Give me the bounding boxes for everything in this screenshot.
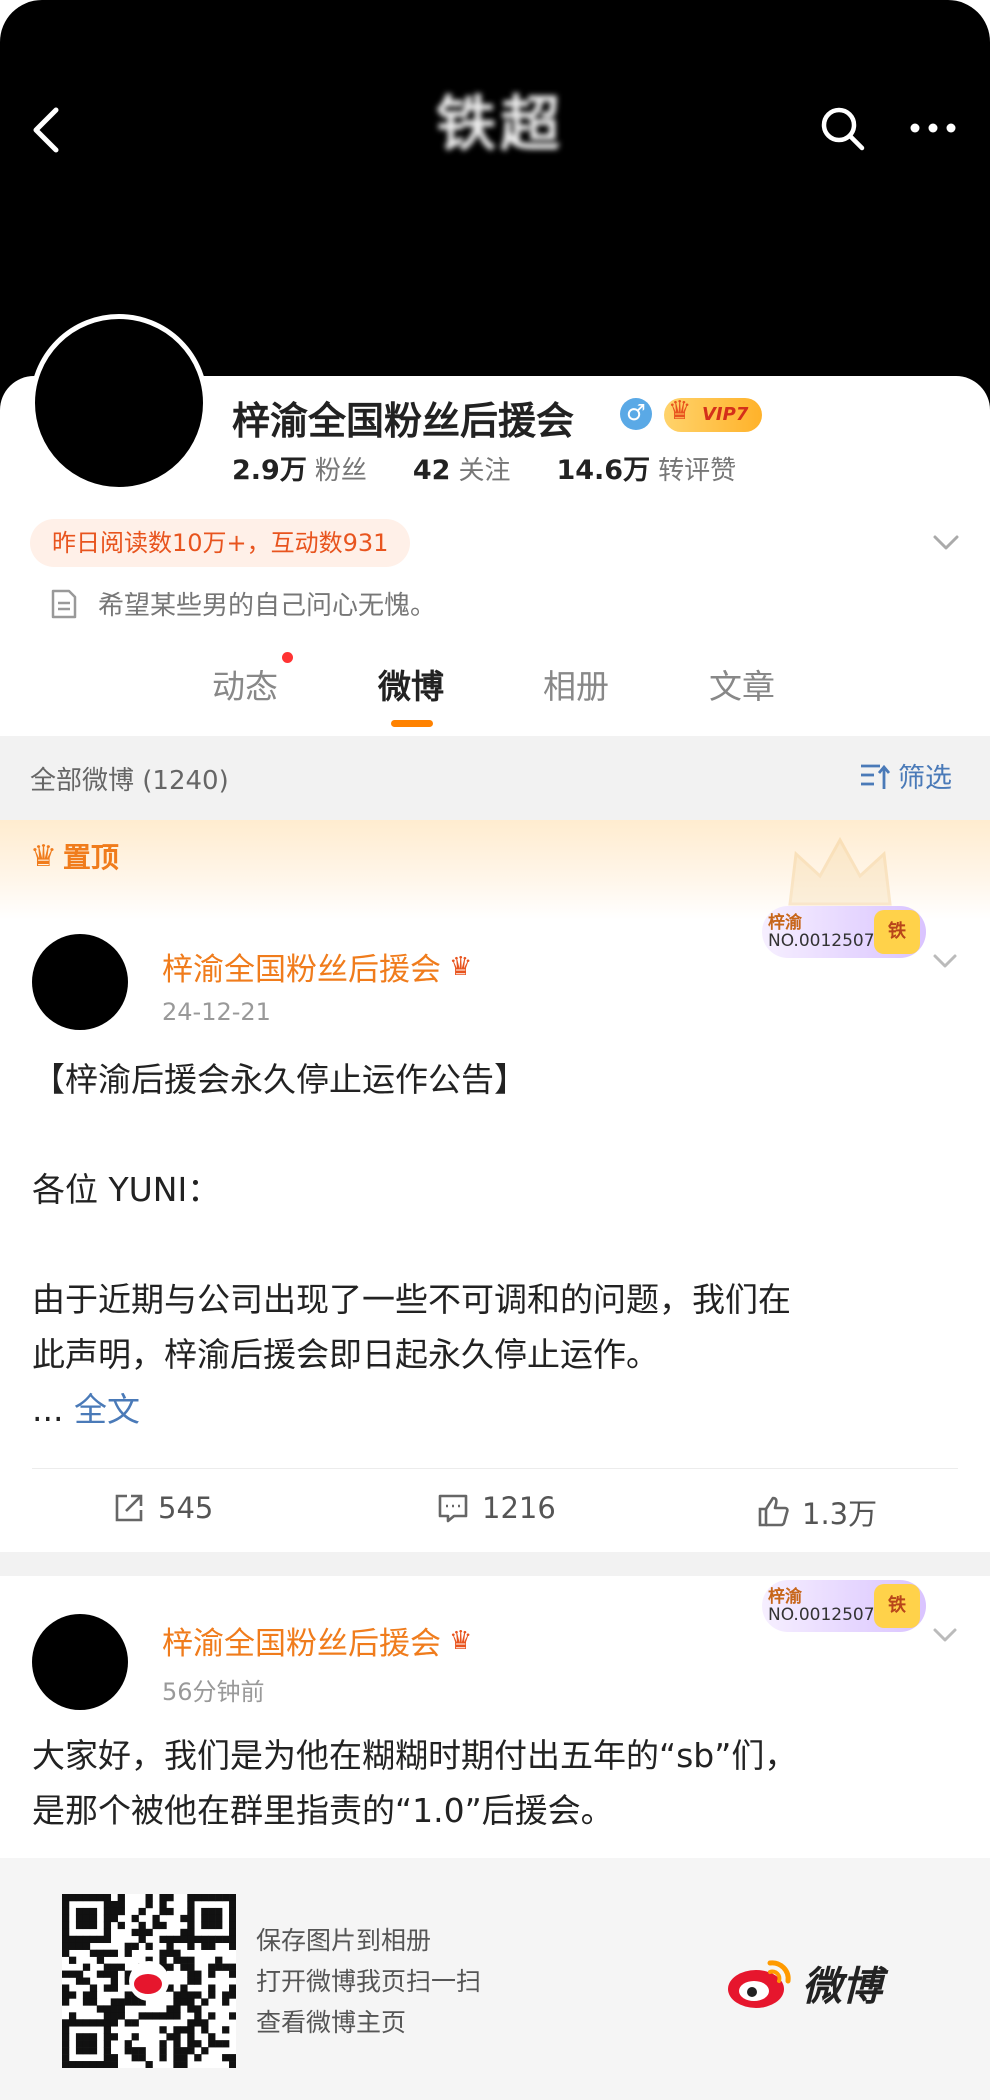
filter-icon bbox=[861, 764, 891, 789]
search-button[interactable] bbox=[818, 104, 868, 154]
crown-icon: ♛ bbox=[668, 396, 692, 426]
crown-icon: ♛ bbox=[30, 838, 57, 874]
profile-stats: 2.9万 粉丝 42 关注 14.6万 转评赞 bbox=[232, 448, 736, 487]
profile-name: 梓渝全国粉丝后援会 bbox=[232, 399, 575, 443]
post-line: 此声明，梓渝后援会即日起永久停止运作。 bbox=[32, 1335, 659, 1374]
post-separator bbox=[0, 1552, 990, 1576]
back-button[interactable] bbox=[26, 100, 66, 160]
post-body: 大家好，我们是为他在糊糊时期付出五年的“sb”们， 是那个被他在群里指责的“1.… bbox=[32, 1728, 797, 1838]
following-stat[interactable]: 42 关注 bbox=[413, 455, 557, 486]
post-author[interactable]: 梓渝全国粉丝后援会 ♛ bbox=[162, 1618, 472, 1663]
active-tab-indicator bbox=[391, 720, 433, 727]
notification-dot bbox=[282, 652, 293, 663]
comment-icon bbox=[438, 1494, 468, 1523]
fan-badge[interactable]: 梓渝 NO.0012507 铁 bbox=[762, 906, 926, 958]
post-card[interactable]: 梓渝全国粉丝后援会 ♛ 56分钟前 梓渝 NO.0012507 铁 大家好，我们是… bbox=[0, 1576, 990, 1858]
post-line bbox=[32, 1217, 791, 1272]
filter-bar: 全部微博 (1240) 筛选 bbox=[0, 736, 990, 820]
weibo-logo: 微博 bbox=[724, 1954, 882, 2012]
header-title: 铁超 bbox=[436, 90, 564, 160]
more-dots-icon bbox=[910, 123, 956, 133]
weibo-eye-icon bbox=[728, 1960, 791, 2008]
expand-profile-button[interactable] bbox=[930, 526, 962, 558]
repost-icon bbox=[115, 1494, 143, 1522]
crown-icon: ♛ bbox=[449, 951, 473, 982]
filter-button[interactable]: 筛选 bbox=[858, 756, 952, 795]
qr-code-image bbox=[62, 1894, 236, 2068]
repost-button[interactable]: 545 bbox=[112, 1491, 213, 1525]
read-stat-badge[interactable]: 昨日阅读数10万+，互动数931 bbox=[30, 519, 411, 567]
post-count-label: 全部微博 (1240) bbox=[30, 766, 229, 796]
post-line: 是那个被他在群里指责的“1.0”后援会。 bbox=[32, 1791, 614, 1830]
search-icon bbox=[821, 107, 865, 151]
thumbs-up-icon bbox=[758, 1496, 789, 1527]
post-body: 【梓渝后援会永久停止运作公告】 各位 YUNI： 由于近期与公司出现了一些不可调… bbox=[32, 1052, 791, 1437]
share-line: 打开微博我页扫一扫 bbox=[256, 1967, 482, 1996]
chevron-down-icon bbox=[933, 954, 957, 968]
crown-watermark-icon bbox=[788, 836, 892, 906]
post-line bbox=[32, 1107, 791, 1162]
post-author[interactable]: 梓渝全国粉丝后援会 ♛ bbox=[162, 944, 472, 989]
post-menu-button[interactable] bbox=[930, 946, 960, 976]
chevron-down-icon bbox=[933, 535, 959, 550]
tab-articles[interactable]: 文章 bbox=[709, 660, 775, 708]
crown-icon: ♛ bbox=[449, 1625, 473, 1656]
tab-weibo[interactable]: 微博 bbox=[378, 660, 444, 708]
like-button[interactable]: 1.3万 bbox=[756, 1491, 877, 1533]
post-line: 【梓渝后援会永久停止运作公告】 bbox=[32, 1060, 527, 1099]
ellipsis: ... bbox=[32, 1390, 64, 1429]
followers-stat[interactable]: 2.9万 粉丝 bbox=[232, 455, 413, 486]
post-line: 大家好，我们是为他在糊糊时期付出五年的“sb”们， bbox=[32, 1736, 798, 1775]
post-card[interactable]: 梓渝全国粉丝后援会 ♛ 24-12-21 梓渝 NO.0012507 铁 【梓渝后… bbox=[0, 906, 990, 1552]
document-icon bbox=[51, 589, 77, 618]
post-line: 由于近期与公司出现了一些不可调和的问题，我们在 bbox=[32, 1280, 791, 1319]
bio-text: 希望某些男的自己问心无愧。 bbox=[98, 591, 437, 621]
read-more-link[interactable]: 全文 bbox=[74, 1390, 140, 1429]
chevron-left-icon bbox=[33, 107, 59, 153]
pinned-label: ♛ 置顶 bbox=[30, 838, 119, 875]
share-line: 查看微博主页 bbox=[256, 2008, 407, 2037]
reposts-comments-likes-stat[interactable]: 14.6万 转评赞 bbox=[556, 455, 736, 486]
weibo-wordmark: 微博 bbox=[802, 1964, 882, 2010]
profile-bio: 希望某些男的自己问心无愧。 bbox=[50, 585, 436, 622]
post-avatar[interactable] bbox=[32, 1614, 128, 1710]
comment-button[interactable]: 1216 bbox=[436, 1491, 556, 1525]
filter-label: 筛选 bbox=[898, 763, 952, 794]
profile-tabs: 动态 微博 相册 文章 bbox=[0, 660, 990, 730]
tab-album[interactable]: 相册 bbox=[543, 660, 609, 708]
post-time: 56分钟前 bbox=[162, 1678, 265, 1706]
profile-avatar[interactable] bbox=[30, 314, 208, 492]
share-instructions: 保存图片到相册 打开微博我页扫一扫 查看微博主页 bbox=[256, 1920, 481, 2043]
chevron-down-icon bbox=[933, 1628, 957, 1642]
post-line: 各位 YUNI： bbox=[32, 1170, 221, 1209]
post-time: 24-12-21 bbox=[162, 998, 271, 1026]
tab-dynamics[interactable]: 动态 bbox=[212, 660, 278, 708]
share-line: 保存图片到相册 bbox=[256, 1926, 432, 1955]
fan-badge[interactable]: 梓渝 NO.0012507 铁 bbox=[762, 1580, 926, 1632]
male-gender-icon: ♂ bbox=[620, 398, 652, 430]
more-button[interactable] bbox=[908, 110, 958, 146]
post-avatar[interactable] bbox=[32, 934, 128, 1030]
post-menu-button[interactable] bbox=[930, 1620, 960, 1650]
post-actions: 545 1216 1.3万 bbox=[32, 1468, 958, 1552]
